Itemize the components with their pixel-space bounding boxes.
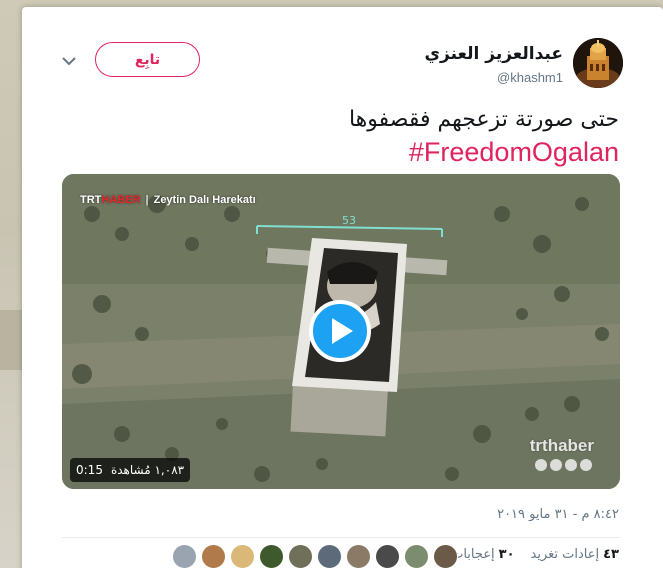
author-name[interactable]: عبدالعزيز العنزي: [424, 44, 563, 64]
liker-avatar[interactable]: [201, 544, 226, 568]
twitter-icon: [550, 459, 562, 471]
video-player[interactable]: 53 TRT HABER | Zeytin Dalı Harekatı trth…: [62, 174, 620, 489]
liker-avatar[interactable]: [230, 544, 255, 568]
brand-haber: HABER: [101, 194, 141, 206]
channel-watermark: trthaber: [529, 436, 594, 455]
video-views: ١,٠٨٣ مُشاهدة: [110, 463, 185, 477]
mosque-image: [573, 38, 623, 88]
tweet-modal: عبدالعزيز العنزي @khashm1 تابِع حتى صورت…: [22, 7, 663, 568]
likes-count: ٣٠: [498, 547, 515, 562]
overlay-number: 53: [342, 214, 356, 227]
retweets-count: ٤٣: [603, 547, 619, 562]
author-avatar[interactable]: [573, 38, 623, 88]
tweet-timestamp[interactable]: ٨:٤٢ م - ٣١ مايو ٢٠١٩: [497, 507, 619, 522]
facebook-icon: [535, 459, 547, 471]
program-name: Zeytin Dalı Harekatı: [153, 194, 256, 206]
liker-avatar[interactable]: [375, 544, 400, 568]
likes-stat[interactable]: ٣٠إعجابات: [451, 547, 514, 562]
liker-avatar[interactable]: [288, 544, 313, 568]
brand-trt: TRT: [80, 194, 102, 206]
video-duration: 0:15: [76, 463, 103, 477]
retweets-stat[interactable]: ٤٣إعادات تغريد: [531, 547, 619, 562]
liker-avatar[interactable]: [346, 544, 371, 568]
liker-avatar[interactable]: [317, 544, 342, 568]
author-handle[interactable]: @khashm1: [497, 70, 563, 85]
channel-label: TRT HABER | Zeytin Dalı Harekatı: [80, 194, 256, 206]
channel-separator: |: [145, 194, 149, 206]
tweet-text: حتى صورتة تزعجهم فقصفوها: [348, 107, 619, 132]
youtube-icon: [565, 459, 577, 471]
social-icons: [535, 459, 592, 471]
liker-avatar[interactable]: [404, 544, 429, 568]
retweets-label: إعادات تغريد: [530, 547, 600, 562]
play-button[interactable]: [309, 300, 371, 362]
likers-list: [172, 544, 458, 568]
tweet-stats: ٤٣إعادات تغريد ٣٠إعجابات: [451, 547, 619, 562]
liker-avatar[interactable]: [259, 544, 284, 568]
play-icon: [332, 318, 353, 344]
liker-avatar[interactable]: [433, 544, 458, 568]
divider: [62, 537, 620, 538]
follow-button[interactable]: تابِع: [95, 42, 200, 77]
chevron-down-icon[interactable]: [60, 54, 78, 68]
hashtag-link[interactable]: #FreedomOgalan: [409, 137, 619, 168]
video-meta: 0:15 ١,٠٨٣ مُشاهدة: [70, 458, 191, 482]
liker-avatar[interactable]: [172, 544, 197, 568]
instagram-icon: [580, 459, 592, 471]
